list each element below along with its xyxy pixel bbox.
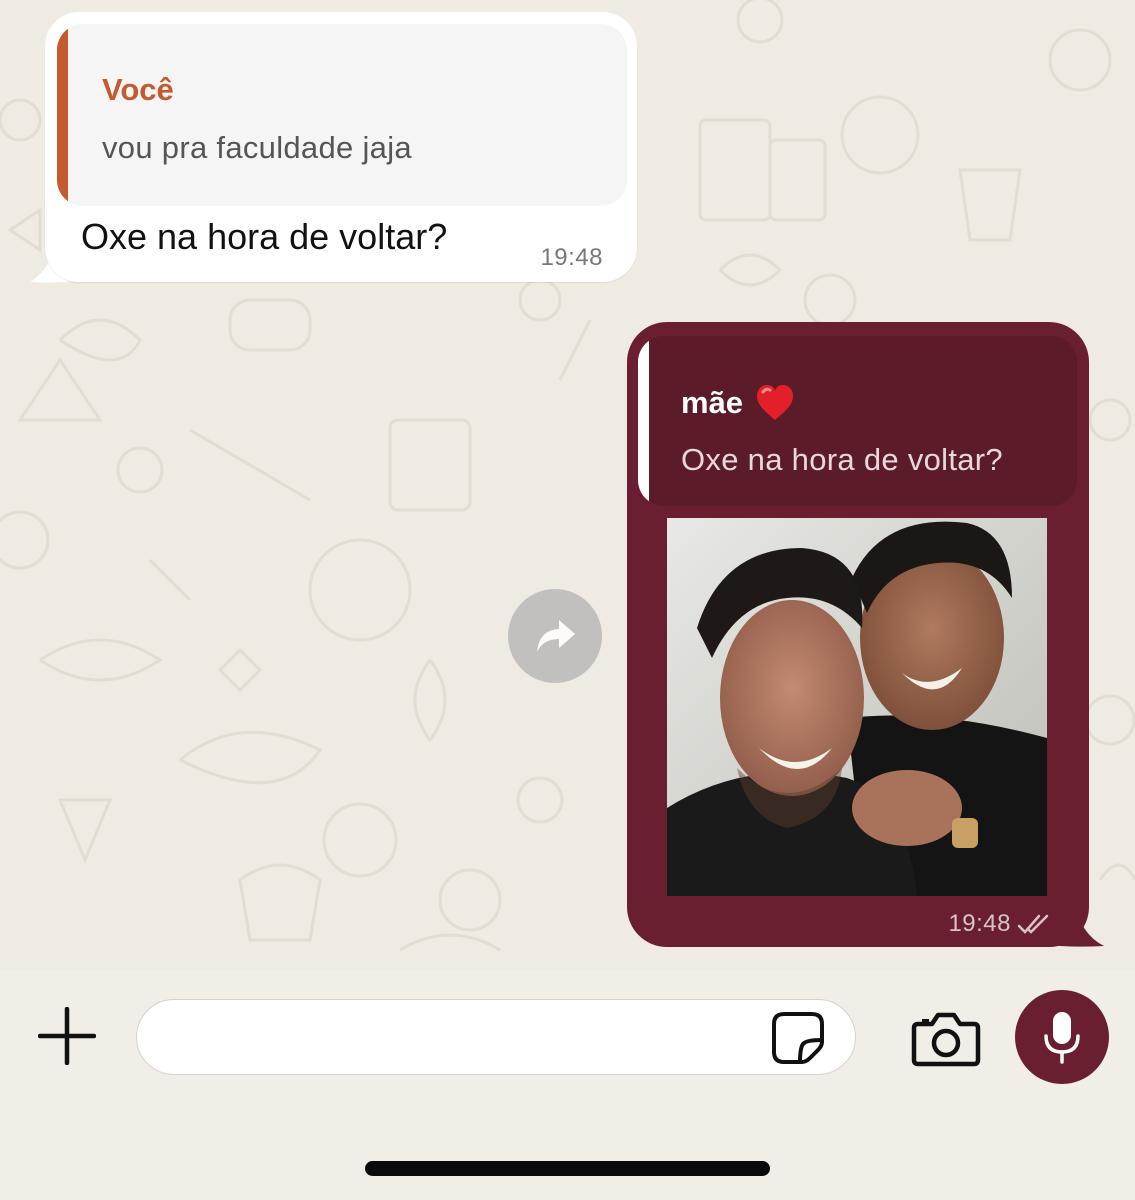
chat-area[interactable]: Você vou pra faculdade jaja Oxe na hora … [0,0,1135,970]
quote-text: vou pra faculdade jaja [102,130,412,165]
quoted-message[interactable]: Você vou pra faculdade jaja [57,24,627,206]
incoming-message-bubble[interactable]: Você vou pra faculdade jaja Oxe na hora … [45,12,637,282]
quote-author: Você [102,72,174,107]
quote-author-name: mãe [681,385,744,420]
message-input[interactable] [167,1014,771,1062]
photo-image [667,518,1047,896]
microphone-icon [1044,1012,1080,1064]
quoted-message[interactable]: mãe Oxe na hora de voltar? [638,336,1077,506]
quote-accent-bar [57,24,68,206]
microphone-button[interactable] [1015,990,1109,1084]
forward-button[interactable] [508,589,602,683]
message-text: Oxe na hora de voltar? [81,216,448,257]
quote-accent-bar [638,336,649,506]
heart-emoji-icon [757,385,794,420]
message-input-field[interactable] [136,999,856,1075]
message-time: 19:48 [948,910,1011,937]
forward-arrow-icon [537,620,575,652]
message-time: 19:48 [540,244,603,271]
plus-icon[interactable] [38,1007,96,1065]
quote-text: Oxe na hora de voltar? [681,442,1003,477]
outgoing-message-bubble[interactable]: mãe Oxe na hora de voltar? 19:48 [627,322,1089,947]
quote-author: mãe [681,384,795,422]
camera-icon[interactable] [910,1010,982,1068]
home-indicator[interactable] [365,1161,770,1176]
sticker-icon[interactable] [770,1010,826,1066]
read-receipt-icon [1017,914,1049,934]
message-photo[interactable] [667,518,1047,896]
